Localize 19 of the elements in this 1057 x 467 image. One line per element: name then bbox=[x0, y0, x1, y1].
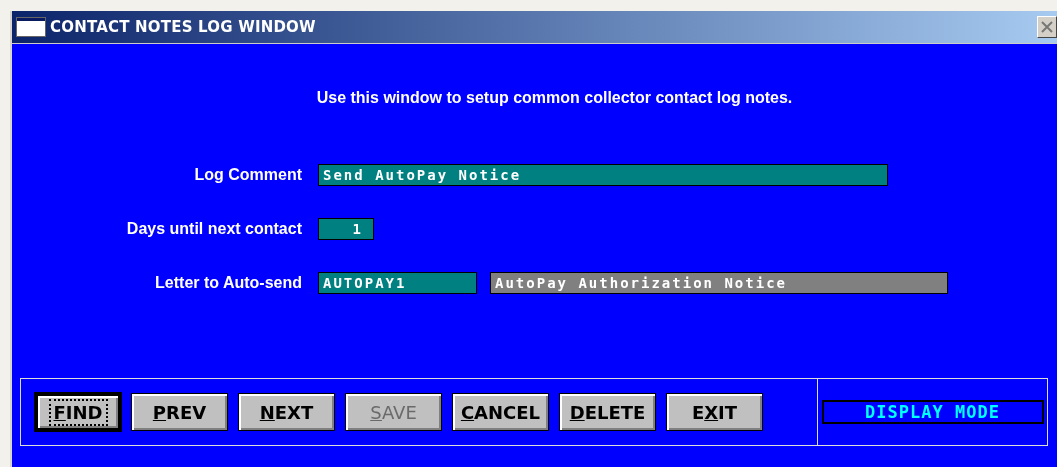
toolbar-button[interactable]: FIND bbox=[35, 393, 121, 431]
input-field[interactable]: Send AutoPay Notice bbox=[318, 164, 888, 186]
field-label: Days until next contact bbox=[125, 220, 302, 238]
field-label: Log Comment bbox=[193, 166, 302, 184]
toolbar-button[interactable]: CANCEL bbox=[452, 393, 549, 431]
close-button[interactable] bbox=[1037, 16, 1057, 38]
mode-indicator: DISPLAY MODE bbox=[821, 400, 1044, 424]
toolbar-button[interactable]: DELETE bbox=[559, 393, 656, 431]
instructions-text: Use this window to setup common collector contact log notes. bbox=[315, 89, 794, 107]
toolbar-button[interactable]: NEXT bbox=[238, 393, 335, 431]
window-title: CONTACT NOTES LOG WINDOW bbox=[50, 18, 317, 36]
description-field: AutoPay Authorization Notice bbox=[490, 272, 948, 294]
toolbar-button[interactable]: EXIT bbox=[666, 393, 763, 431]
input-field[interactable]: 1 bbox=[318, 218, 374, 240]
close-icon bbox=[1040, 20, 1054, 34]
field-label: Letter to Auto-send bbox=[154, 274, 302, 292]
input-field[interactable]: AUTOPAY1 bbox=[318, 272, 477, 294]
toolbar-button[interactable]: PREV bbox=[131, 393, 228, 431]
window-icon bbox=[16, 17, 46, 37]
